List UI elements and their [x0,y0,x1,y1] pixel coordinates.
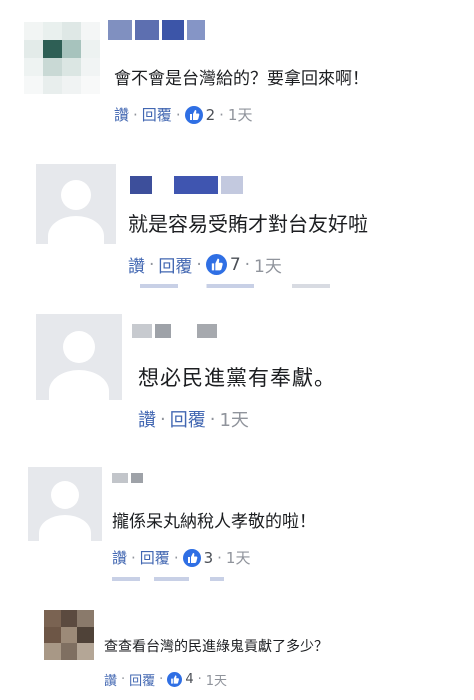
cropped-row-remnant [140,284,330,288]
comment-actions: 讚 · 回覆 · 4 · 1天 [104,670,227,689]
separator: · [121,672,126,687]
separator: · [175,105,181,124]
thumbs-up-icon[interactable] [205,254,227,275]
separator: · [133,105,138,124]
default-avatar-body [48,216,104,244]
default-avatar-head [63,331,95,363]
avatar[interactable] [24,22,100,94]
reaction-count[interactable]: 4 [185,672,193,687]
comment-actions: 讚 · 回覆 · 3 · 1天 [112,547,250,568]
comment-text: 想必民進黨有奉獻。 [138,366,336,390]
thumbs-up-icon[interactable] [182,548,201,567]
avatar[interactable] [28,467,102,541]
timestamp[interactable]: 1天 [228,104,253,125]
separator: · [209,408,216,430]
like-link[interactable]: 讚 [112,547,127,568]
separator: · [159,672,164,687]
separator: · [197,672,202,687]
commenter-name-redacted[interactable] [130,176,243,194]
separator: · [173,548,179,567]
cropped-row-remnant [112,577,252,581]
separator: · [196,254,202,275]
comment-text: 查查看台灣的民進綠鬼貢獻了多少？ [104,639,328,655]
commenter-name-redacted[interactable] [132,324,217,338]
thumbs-up-icon[interactable] [167,672,183,687]
like-link[interactable]: 讚 [128,252,145,277]
reply-link[interactable]: 回覆 [129,670,155,689]
comment-text: 攏係呆丸納稅人孝敬的啦！ [112,512,316,532]
default-avatar-head [51,481,79,509]
timestamp[interactable]: 1天 [254,252,282,277]
commenter-name-redacted[interactable] [112,473,143,483]
timestamp[interactable]: 1天 [226,547,251,568]
separator: · [217,548,222,567]
comment-text: 就是容易受賄才對台友好啦 [128,212,368,236]
reply-link[interactable]: 回覆 [142,104,172,125]
default-avatar-head [61,180,91,210]
comment-3: 想必民進黨有奉獻。 讚 · 回覆 · 1天 [0,300,474,455]
separator: · [131,548,136,567]
like-link[interactable]: 讚 [114,104,129,125]
comment-1: 會不會是台灣給的？要拿回來啊！ 讚 · 回覆 · 2 · 1天 [0,0,474,140]
like-link[interactable]: 讚 [104,670,117,689]
reaction-count[interactable]: 2 [206,106,216,124]
comment-5: 查查看台灣的民進綠鬼貢獻了多少？ 讚 · 回覆 · 4 · 1天 [0,600,474,700]
thumbs-up-icon[interactable] [184,105,203,124]
commenter-name-redacted[interactable] [108,20,205,40]
like-link[interactable]: 讚 [138,406,156,432]
separator: · [244,254,251,275]
avatar[interactable] [36,164,116,244]
default-avatar-body [39,515,91,541]
timestamp[interactable]: 1天 [206,670,227,689]
comment-text: 會不會是台灣給的？要拿回來啊！ [114,69,369,89]
separator: · [160,408,166,430]
reaction-count[interactable]: 3 [204,549,214,567]
comment-actions: 讚 · 回覆 · 1天 [138,406,249,432]
reply-link[interactable]: 回覆 [140,547,170,568]
comment-actions: 讚 · 回覆 · 2 · 1天 [114,104,252,125]
comment-2: 就是容易受賄才對台友好啦 讚 · 回覆 · 7 · 1天 [0,140,474,300]
reply-link[interactable]: 回覆 [170,406,206,432]
comment-4: 攏係呆丸納稅人孝敬的啦！ 讚 · 回覆 · 3 · 1天 [0,455,474,600]
avatar[interactable] [44,610,94,660]
avatar[interactable] [36,314,122,400]
timestamp[interactable]: 1天 [219,406,248,432]
separator: · [149,254,155,275]
reaction-count[interactable]: 7 [230,255,241,275]
comment-actions: 讚 · 回覆 · 7 · 1天 [128,252,282,277]
reply-link[interactable]: 回覆 [158,252,192,277]
separator: · [219,105,224,124]
default-avatar-body [49,370,109,400]
